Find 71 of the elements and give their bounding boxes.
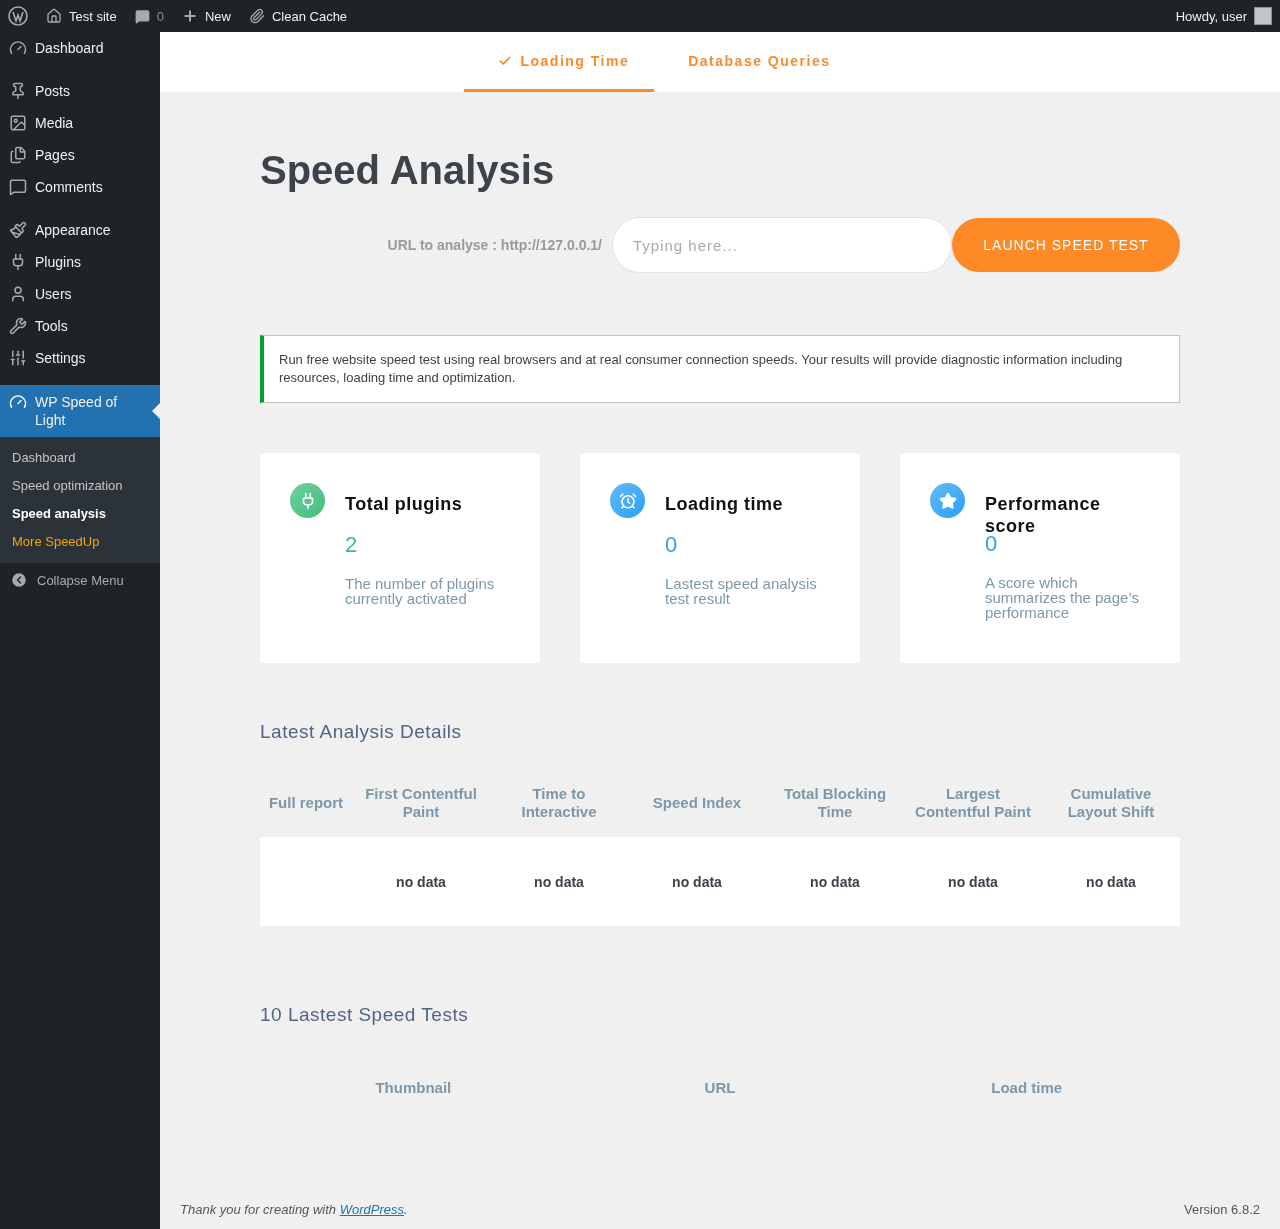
- pages-icon: [9, 146, 27, 164]
- table-cell: no data: [490, 837, 628, 926]
- wordpress-link[interactable]: WordPress: [339, 1202, 404, 1217]
- card-description: A score which summarizes the page’s performance: [985, 575, 1140, 620]
- new-link[interactable]: New: [181, 8, 231, 24]
- column-header: Full report: [260, 769, 352, 837]
- sidebar-item[interactable]: Pages: [0, 139, 160, 171]
- sliders-icon: [9, 349, 27, 367]
- column-header: First Contentful Paint: [352, 769, 490, 837]
- sidebar-item[interactable]: Media: [0, 107, 160, 139]
- card-description: The number of plugins currently activated: [345, 576, 496, 606]
- column-header: URL: [703, 1078, 737, 1098]
- sidebar-item[interactable]: Plugins: [0, 246, 160, 278]
- column-header: Speed Index: [628, 769, 766, 837]
- card-title: Loading time: [665, 493, 784, 516]
- sidebar-item[interactable]: Dashboard: [0, 32, 160, 64]
- table-cell: no data: [904, 837, 1042, 926]
- wrench-icon: [9, 317, 27, 335]
- comment-icon: [9, 178, 27, 196]
- column-header: Load time: [990, 1078, 1064, 1098]
- plug-icon: [290, 483, 325, 518]
- sidebar-item[interactable]: WP Speed of Light: [0, 385, 160, 437]
- site-link[interactable]: Test site: [46, 8, 117, 24]
- comment-count[interactable]: 0: [156, 8, 164, 24]
- user-icon: [9, 285, 27, 303]
- home-icon: [46, 8, 62, 24]
- section-title: Latest Analysis Details: [260, 721, 463, 743]
- clean-cache-link[interactable]: Clean Cache: [248, 8, 348, 24]
- card-value: 0: [665, 532, 679, 558]
- collapse-icon: [10, 571, 28, 589]
- comment-icon[interactable]: [134, 8, 150, 24]
- url-input-field[interactable]: Typing here...: [612, 217, 952, 273]
- sidebar-item[interactable]: Tools: [0, 310, 160, 342]
- submenu-item[interactable]: More SpeedUp: [0, 528, 160, 556]
- table-cell: no data: [628, 837, 766, 926]
- page-title: Speed Analysis: [260, 148, 556, 193]
- sidebar-item[interactable]: Comments: [0, 171, 160, 203]
- sidebar-item[interactable]: Appearance: [0, 214, 160, 246]
- sidebar-item[interactable]: Settings: [0, 342, 160, 374]
- card-description: Lastest speed analysis test result: [665, 576, 818, 606]
- greeting-link[interactable]: Howdy, user: [1175, 8, 1247, 24]
- table-cell: no data: [352, 837, 490, 926]
- gauge-icon: [9, 393, 27, 411]
- sidebar-item[interactable]: Posts: [0, 75, 160, 107]
- submenu-item[interactable]: Speed analysis: [0, 500, 160, 528]
- card-value: 2: [345, 532, 359, 558]
- table-cell: no data: [766, 837, 904, 926]
- media-icon: [9, 114, 27, 132]
- wordpress-logo-icon[interactable]: [8, 6, 28, 26]
- column-header: Time to Interactive: [490, 769, 628, 837]
- collapse-menu-button[interactable]: Collapse Menu: [0, 563, 160, 597]
- column-header: Cumulative Layout Shift: [1042, 769, 1180, 837]
- url-label: URL to analyse : http://127.0.0.1/: [387, 237, 602, 253]
- info-notice: Run free website speed test using real browsers and at real consumer connection speeds. Your results will provide diagnostic information including resources, loading time and optimization.: [260, 335, 1180, 403]
- column-header: Total Blocking Time: [766, 769, 904, 837]
- submenu-item[interactable]: Dashboard: [0, 444, 160, 472]
- section-title: 10 Lastest Speed Tests: [260, 1004, 470, 1026]
- column-header: Largest Contentful Paint: [904, 769, 1042, 837]
- alarm-clock-icon: [610, 483, 645, 518]
- paperclip-icon: [248, 8, 265, 24]
- gauge-icon: [9, 39, 27, 57]
- submenu-item[interactable]: Speed optimization: [0, 472, 160, 500]
- footer-credit: Thank you for creating with WordPress.: [180, 1202, 408, 1217]
- sidebar-item[interactable]: Users: [0, 278, 160, 310]
- card-title: Total plugins: [345, 493, 464, 516]
- version-text: Version 6.8.2: [1184, 1202, 1260, 1217]
- pin-icon: [9, 82, 27, 100]
- column-header: Thumbnail: [374, 1078, 453, 1098]
- plus-icon: [181, 8, 198, 24]
- paintbrush-icon: [9, 221, 27, 239]
- table-cell: no data: [1042, 837, 1180, 926]
